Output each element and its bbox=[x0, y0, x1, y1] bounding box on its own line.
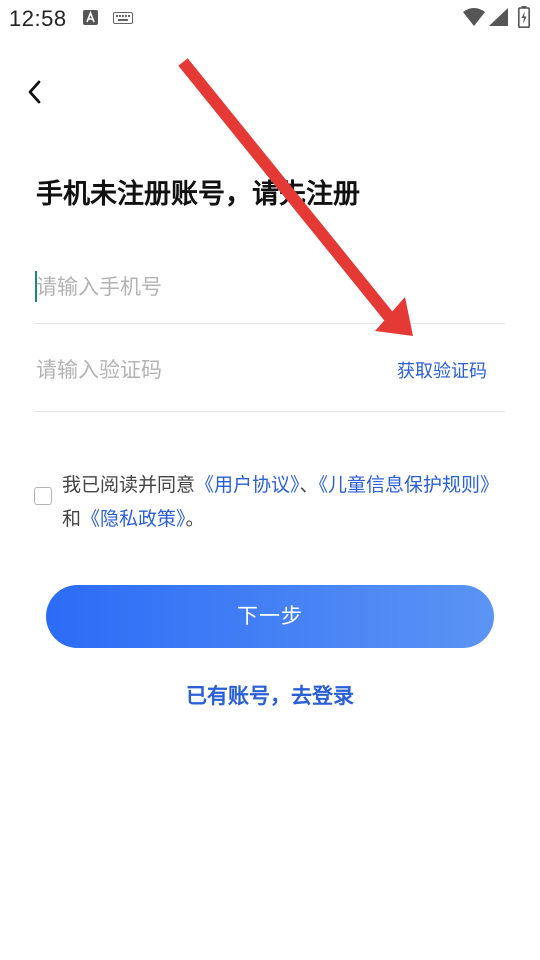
page-title: 手机未注册账号，请先注册 bbox=[36, 179, 360, 210]
signal-icon bbox=[489, 8, 508, 26]
child-privacy-link[interactable]: 《儿童信息保护规则》 bbox=[319, 474, 500, 496]
wifi-icon bbox=[463, 8, 485, 26]
phone-field bbox=[34, 252, 505, 324]
privacy-policy-link[interactable]: 《隐私政策》 bbox=[81, 508, 186, 530]
status-bar: 12:58 bbox=[0, 0, 540, 36]
agreement-suffix: 。 bbox=[185, 508, 205, 530]
get-code-button[interactable]: 获取验证码 bbox=[397, 357, 487, 383]
next-step-button[interactable]: 下一步 bbox=[46, 585, 494, 648]
go-login-link[interactable]: 已有账号，去登录 bbox=[0, 680, 540, 710]
verification-code-input[interactable] bbox=[36, 352, 356, 388]
agreement-text: 我已阅读并同意《用户协议》、《儿童信息保护规则》和《隐私政策》。 bbox=[62, 468, 510, 536]
agreement-prefix: 我已阅读并同意 bbox=[62, 474, 196, 496]
user-agreement-link[interactable]: 《用户协议》 bbox=[195, 474, 300, 496]
battery-icon bbox=[518, 6, 530, 28]
back-arrow-icon bbox=[28, 80, 41, 104]
keyboard-icon bbox=[113, 12, 133, 24]
status-time: 12:58 bbox=[9, 6, 67, 31]
phone-input[interactable] bbox=[36, 269, 496, 305]
back-button[interactable] bbox=[18, 72, 54, 112]
verification-code-field: 获取验证码 bbox=[34, 335, 505, 412]
a-icon bbox=[83, 10, 98, 25]
agree-checkbox[interactable] bbox=[34, 487, 52, 505]
register-screen: 12:58 手机未注册账号，请先注册 请输入手机号 请输入验证码 获取验证码 我… bbox=[0, 0, 540, 960]
agreement-and: 和 bbox=[62, 508, 82, 530]
agreement-separator: 、 bbox=[299, 474, 319, 496]
